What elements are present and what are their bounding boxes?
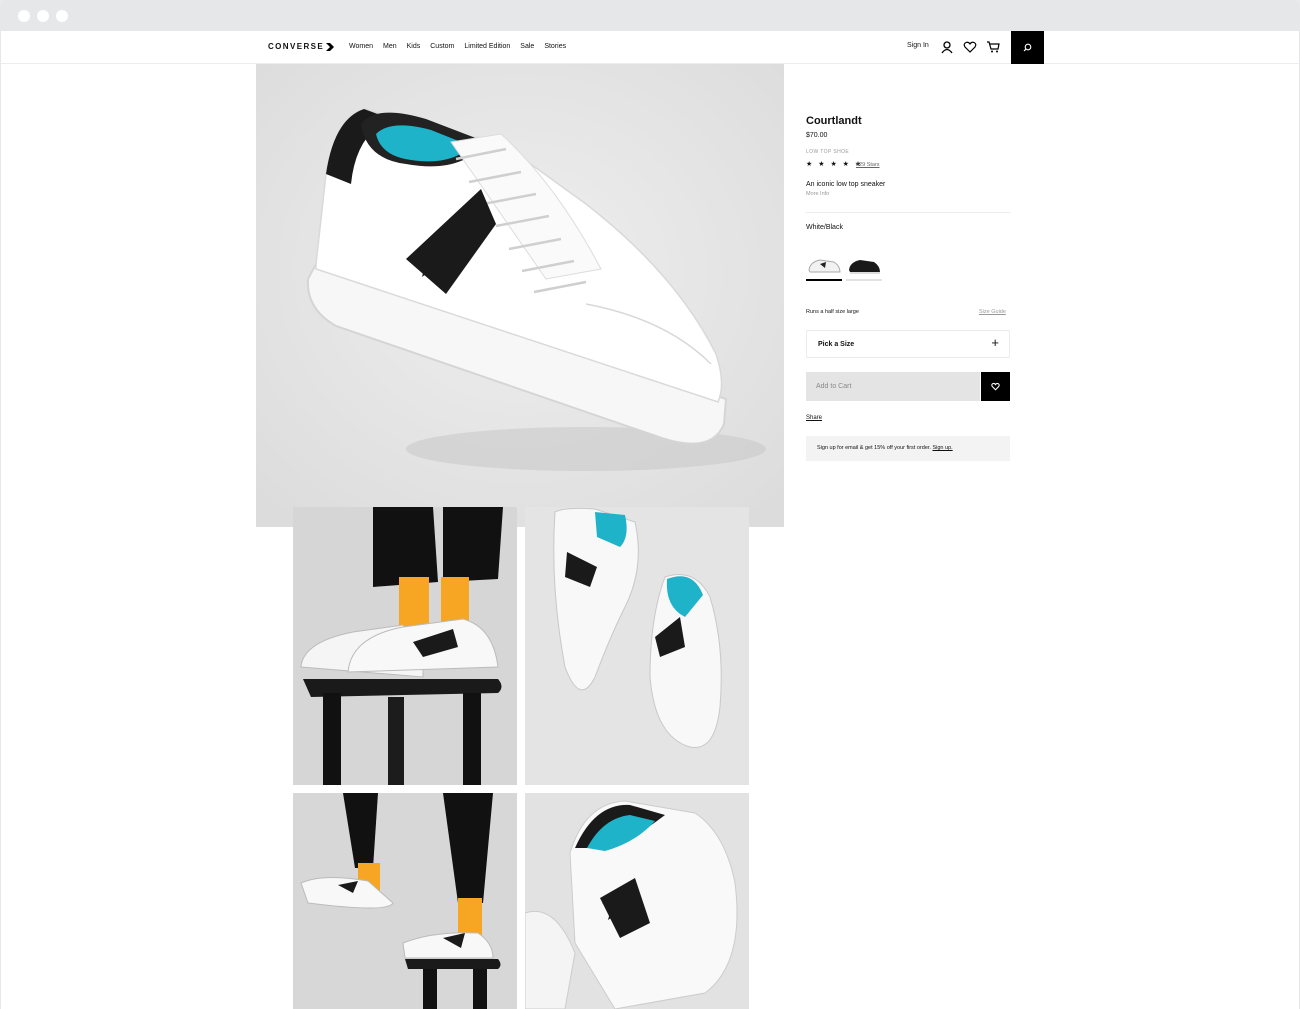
sneaker-illustration [256,64,784,527]
heart-icon[interactable] [963,40,977,54]
product-description: An iconic low top sneaker [806,181,886,188]
promo-text-line: Sign up for email & get 15% off your fir… [817,445,953,451]
window-control-dot[interactable] [37,10,49,22]
heart-icon [991,382,1000,391]
title-bar [0,0,1300,31]
browser-window: CONVERSE Women Men Kids Custom Limited E… [0,0,1300,1009]
color-name: White/Black [806,224,843,231]
fit-note: Runs a half size large [806,309,859,315]
product-price: $70.00 [806,132,828,139]
add-to-cart-button[interactable]: Add to Cart [806,372,980,401]
product-title: Courtlandt [806,115,862,127]
add-to-cart-label: Add to Cart [816,383,852,390]
sign-in-link[interactable]: Sign In [907,42,929,49]
nav-item-stories[interactable]: Stories [544,43,566,50]
more-info-link[interactable]: More Info [806,191,829,197]
gallery-image-pair-topdown[interactable] [525,507,749,785]
product-type: LOW TOP SHOE [806,149,850,155]
share-link[interactable]: Share [806,415,822,421]
email-promo-banner: Sign up for email & get 15% off your fir… [806,436,1010,461]
size-picker[interactable]: Pick a Size + [806,330,1010,358]
site-header: CONVERSE Women Men Kids Custom Limited E… [1,31,1299,64]
size-picker-label: Pick a Size [818,341,855,348]
nav-item-custom[interactable]: Custom [430,43,454,50]
swatch-white-black[interactable] [806,250,842,280]
promo-signup-link[interactable]: Sign up. [932,445,952,451]
gallery-image-stepping[interactable] [293,793,517,1009]
gallery-image-detail[interactable] [525,793,749,1009]
search-icon [1023,43,1032,52]
swatch-selected-indicator [806,279,842,281]
converse-logo[interactable]: CONVERSE [268,42,335,51]
promo-text: Sign up for email & get 15% off your fir… [817,445,931,451]
divider [806,212,1010,213]
nav-item-limited-edition[interactable]: Limited Edition [464,43,510,50]
plus-icon: + [991,335,999,350]
nav-item-men[interactable]: Men [383,43,397,50]
logo-text: CONVERSE [268,42,325,51]
cart-icon[interactable] [986,40,1000,54]
nav-item-sale[interactable]: Sale [520,43,534,50]
window-control-dot[interactable] [56,10,68,22]
main-nav: Women Men Kids Custom Limited Edition Sa… [349,43,566,50]
gallery-image-stool-feet[interactable] [293,507,517,785]
swatch-indicator [846,279,882,281]
chevron-logo-icon [326,42,335,51]
star-rating: ★ ★ ★ ★ ★ [806,161,864,168]
window-control-dot[interactable] [18,10,30,22]
nav-item-women[interactable]: Women [349,43,373,50]
nav-item-kids[interactable]: Kids [407,43,421,50]
product-page: CONVERSE Women Men Kids Custom Limited E… [1,31,1299,1009]
search-button[interactable] [1011,31,1044,64]
favorite-button[interactable] [981,372,1010,401]
size-guide-link[interactable]: Size Guide [979,309,1006,315]
product-hero-image[interactable] [256,64,784,527]
user-icon[interactable] [940,40,954,54]
swatch-black[interactable] [846,250,882,280]
reviews-link[interactable]: 429 Stars [856,162,880,168]
